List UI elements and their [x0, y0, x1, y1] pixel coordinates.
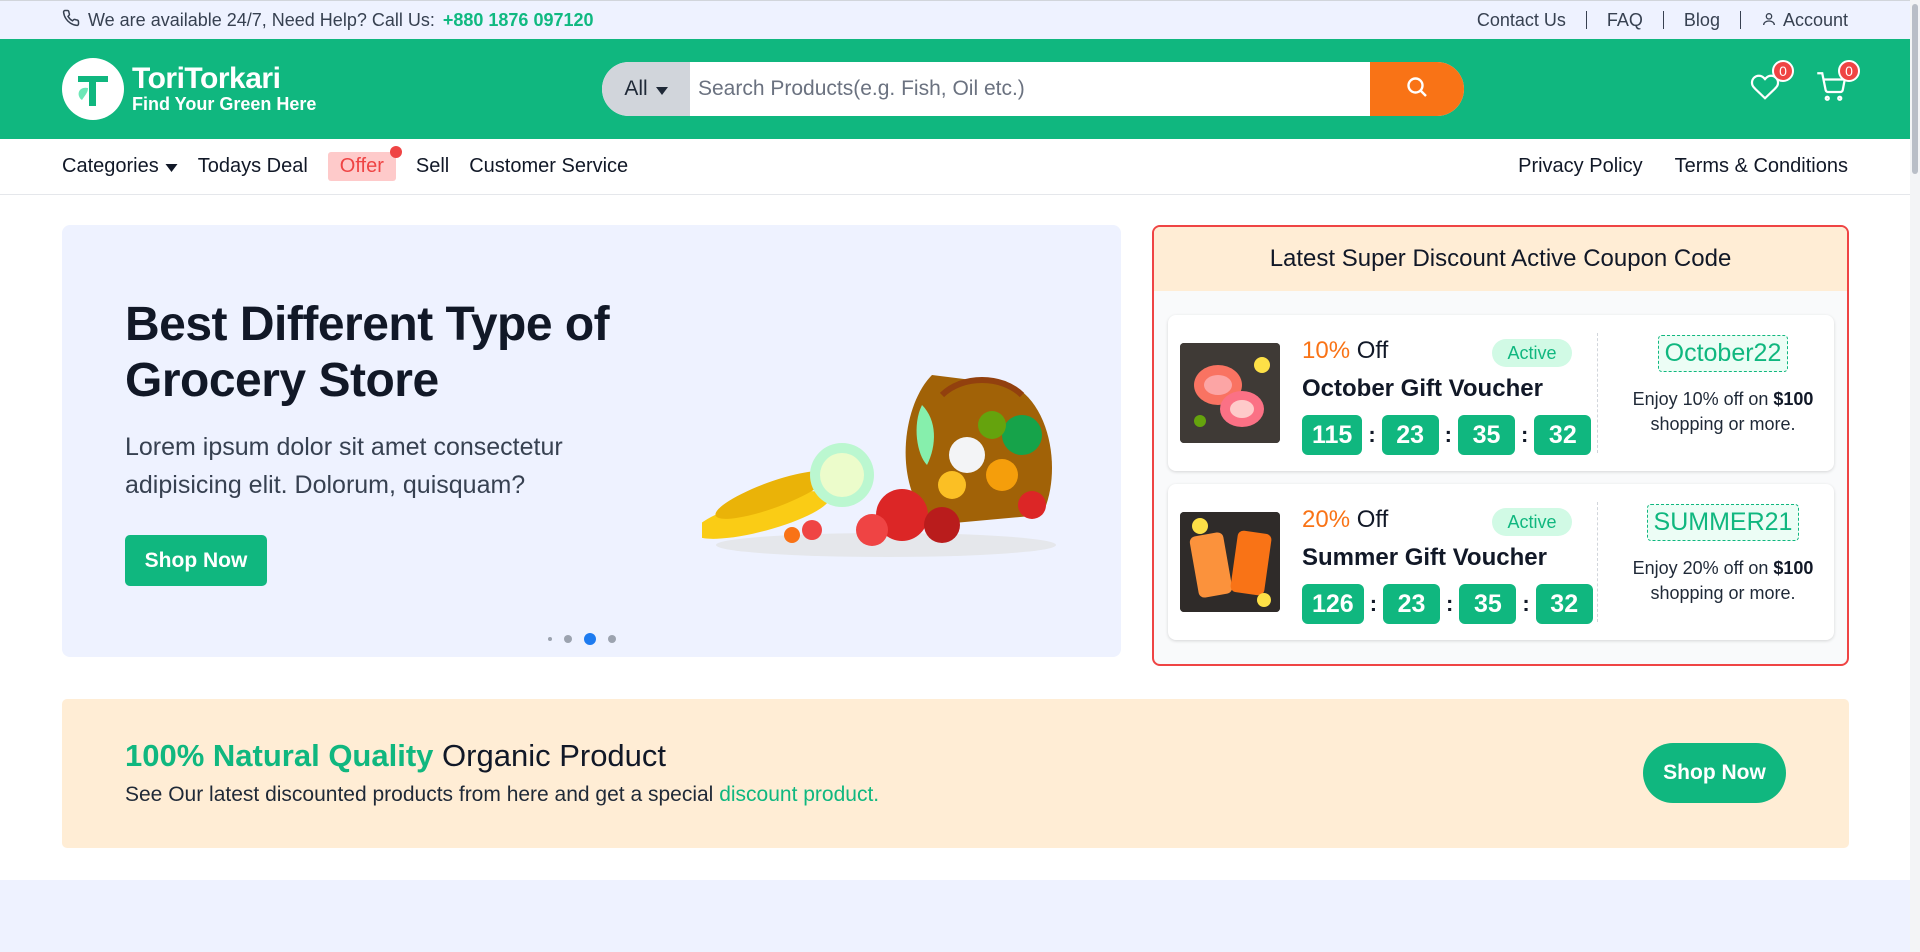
- search-category-select[interactable]: All: [602, 62, 690, 116]
- account-label: Account: [1782, 10, 1848, 30]
- promo-text: See Our latest discounted products from …: [125, 783, 880, 806]
- salmon-steak-image: [1180, 343, 1280, 443]
- nav-categories[interactable]: Categories: [62, 155, 178, 178]
- coupon-card: 10% Off Active October Gift Voucher 115 …: [1168, 315, 1834, 471]
- timer-hours: 23: [1383, 584, 1441, 624]
- coupon-off-label: Off: [1356, 506, 1389, 533]
- status-badge: Active: [1492, 508, 1572, 536]
- contact-us-link[interactable]: Contact Us: [1457, 11, 1587, 29]
- timer-days: 115: [1302, 415, 1363, 455]
- search-button[interactable]: [1370, 62, 1464, 116]
- wishlist-button[interactable]: 0: [1748, 60, 1794, 106]
- salmon-fillet-image: [1180, 512, 1280, 612]
- slider-dot-1[interactable]: [548, 637, 552, 641]
- status-badge: Active: [1492, 339, 1572, 367]
- promo-highlight: 100% Natural Quality: [125, 738, 434, 773]
- coupon-divider: [1597, 333, 1598, 453]
- hero-title: Best Different Type of Grocery Store: [125, 298, 610, 407]
- header-actions: 0 0: [1748, 60, 1860, 106]
- blog-link[interactable]: Blog: [1664, 11, 1741, 29]
- promo-banner: 100% Natural Quality Organic Product See…: [62, 699, 1849, 848]
- brand-tagline: Find Your Green Here: [132, 94, 317, 114]
- coupon-card: 20% Off Active Summer Gift Voucher 126 :…: [1168, 484, 1834, 640]
- nav-customer-service[interactable]: Customer Service: [469, 155, 628, 178]
- timer-days: 126: [1302, 584, 1364, 624]
- account-link[interactable]: Account: [1741, 11, 1848, 30]
- caret-down-icon: [655, 77, 668, 101]
- hero-slider: Best Different Type of Grocery Store Lor…: [62, 225, 1121, 657]
- page-scrollbar[interactable]: [1910, 0, 1920, 952]
- help-text: We are available 24/7, Need Help? Call U…: [88, 9, 435, 30]
- wishlist-count-badge: 0: [1772, 60, 1794, 82]
- countdown-timer: 115 : 23 : 35 : 32: [1302, 415, 1592, 455]
- hero-shop-now-button[interactable]: Shop Now: [125, 535, 267, 586]
- nav-terms-conditions[interactable]: Terms & Conditions: [1675, 155, 1848, 178]
- timer-minutes: 35: [1459, 584, 1517, 624]
- help-line: We are available 24/7, Need Help? Call U…: [62, 9, 594, 32]
- nav-sell[interactable]: Sell: [416, 155, 449, 178]
- search-icon: [1405, 75, 1429, 104]
- vegetable-basket-image: [702, 375, 1056, 557]
- coupon-description: Enjoy 10% off on $100 shopping or more.: [1632, 389, 1814, 434]
- coupon-title: October Gift Voucher: [1302, 375, 1543, 402]
- countdown-timer: 126 : 23 : 35 : 32: [1302, 584, 1593, 624]
- hero-text: Lorem ipsum dolor sit amet consectetur a…: [125, 433, 563, 499]
- top-bar: We are available 24/7, Need Help? Call U…: [0, 0, 1910, 39]
- offer-indicator-dot: [389, 146, 402, 158]
- search-bar: All: [602, 62, 1464, 116]
- user-icon: [1761, 11, 1777, 30]
- slider-dot-2[interactable]: [564, 635, 572, 643]
- search-category-value: All: [624, 77, 648, 100]
- promo-title: 100% Natural Quality Organic Product: [125, 738, 666, 774]
- cart-count-badge: 0: [1838, 60, 1860, 82]
- coupon-title: Summer Gift Voucher: [1302, 544, 1547, 571]
- coupon-code-wrap: October22: [1612, 335, 1834, 372]
- coupon-discount: 20% Off: [1302, 506, 1388, 534]
- top-links: Contact Us FAQ Blog Account: [1457, 11, 1848, 30]
- phone-icon: [62, 9, 80, 32]
- timer-hours: 23: [1381, 415, 1439, 455]
- coupon-percent: 20%: [1302, 506, 1351, 533]
- logo[interactable]: ToriTorkari Find Your Green Here: [62, 58, 602, 120]
- coupon-description: Enjoy 20% off on $100 shopping or more.: [1632, 558, 1814, 603]
- coupon-percent: 10%: [1302, 337, 1351, 364]
- slider-dot-3[interactable]: [584, 633, 596, 645]
- phone-number[interactable]: +880 1876 097120: [443, 10, 594, 31]
- promo-shop-now-button[interactable]: Shop Now: [1643, 743, 1786, 803]
- promo-title-rest: Organic Product: [442, 738, 667, 773]
- coupon-code-wrap: SUMMER21: [1612, 504, 1834, 541]
- nav-privacy-policy[interactable]: Privacy Policy: [1518, 155, 1642, 178]
- coupon-code[interactable]: SUMMER21: [1646, 504, 1800, 541]
- timer-minutes: 35: [1458, 415, 1515, 455]
- main-header: ToriTorkari Find Your Green Here All 0: [0, 39, 1910, 139]
- scrollbar-thumb[interactable]: [1912, 4, 1918, 174]
- slider-dots: [548, 633, 616, 645]
- discount-product-link[interactable]: discount product.: [719, 783, 879, 806]
- slider-dot-4[interactable]: [608, 635, 616, 643]
- caret-down-icon: [165, 155, 178, 178]
- timer-seconds: 32: [1534, 415, 1592, 455]
- next-section-background: [0, 880, 1910, 952]
- logo-mark-icon: [62, 58, 124, 120]
- nav-offer-label: Offer: [339, 155, 384, 177]
- coupon-off-label: Off: [1356, 337, 1389, 364]
- nav-todays-deal[interactable]: Todays Deal: [198, 155, 308, 178]
- main-nav: Categories Todays Deal Offer Sell Custom…: [0, 139, 1910, 195]
- coupon-discount: 10% Off: [1302, 337, 1388, 365]
- nav-offer[interactable]: Offer: [327, 146, 402, 181]
- coupon-panel: Latest Super Discount Active Coupon Code…: [1152, 225, 1849, 666]
- coupon-code[interactable]: October22: [1657, 335, 1789, 372]
- search-input[interactable]: [690, 62, 1370, 116]
- timer-seconds: 32: [1535, 584, 1593, 624]
- nav-categories-label: Categories: [62, 155, 159, 177]
- coupon-heading: Latest Super Discount Active Coupon Code: [1154, 227, 1847, 291]
- cart-button[interactable]: 0: [1814, 60, 1860, 106]
- faq-link[interactable]: FAQ: [1587, 11, 1664, 29]
- coupon-divider: [1597, 502, 1598, 622]
- brand-name: ToriTorkari: [132, 62, 281, 95]
